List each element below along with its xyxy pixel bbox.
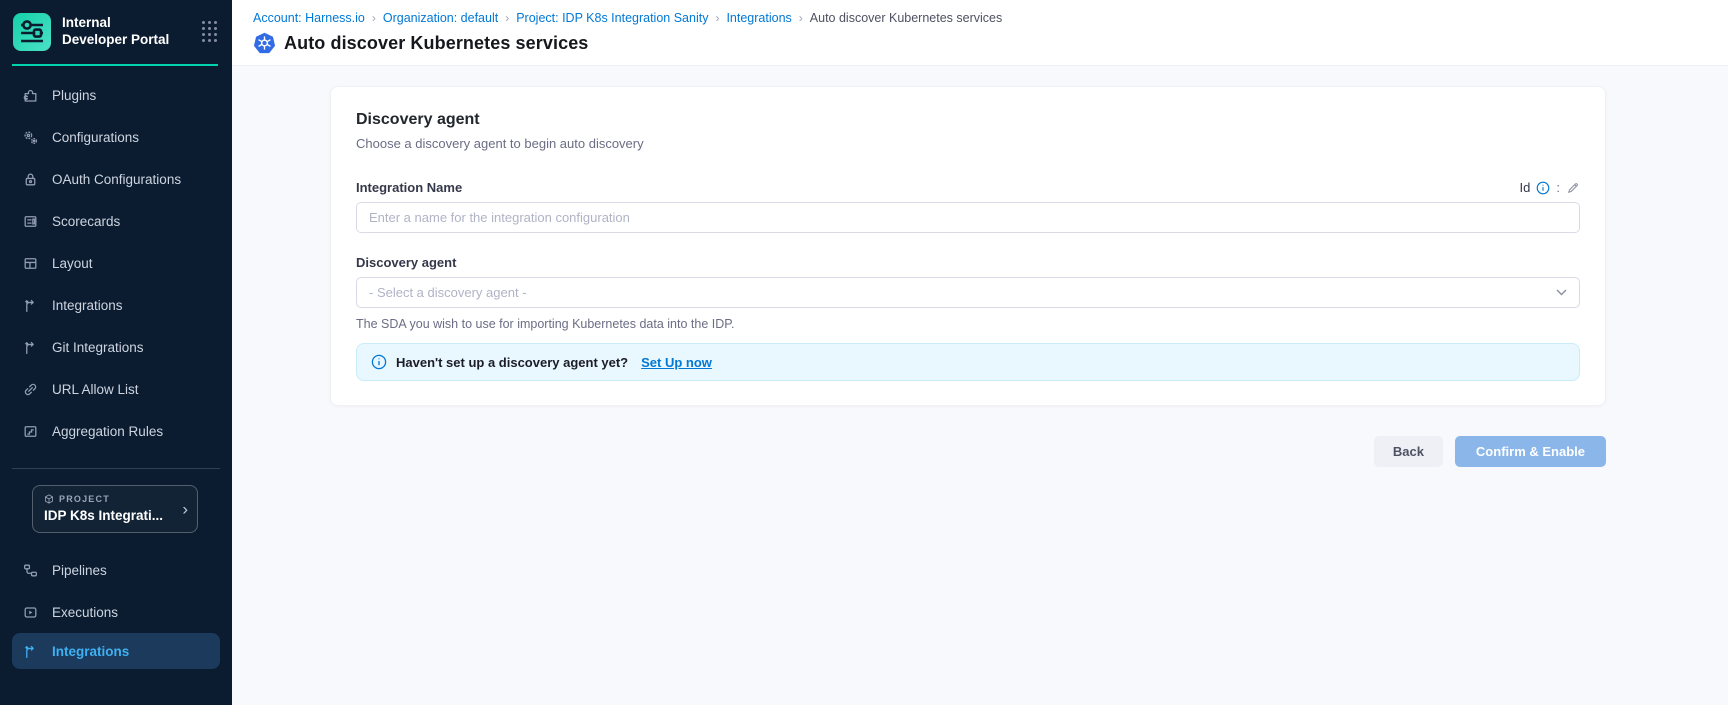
content-area: Discovery agent Choose a discovery agent… [232, 66, 1728, 705]
integration-name-label-row: Integration Name Id : [356, 180, 1580, 195]
discovery-agent-info-banner: Haven't set up a discovery agent yet? Se… [356, 343, 1580, 381]
branch-arrows-icon [22, 643, 39, 660]
sidebar-item-label: Layout [52, 256, 93, 271]
sidebar-header: Internal Developer Portal [0, 0, 232, 62]
breadcrumb-separator: › [505, 11, 509, 25]
info-icon [371, 354, 387, 370]
project-name: IDP K8s Integrati... [44, 508, 171, 523]
discovery-agent-card: Discovery agent Choose a discovery agent… [330, 86, 1606, 406]
sidebar-item-pipelines[interactable]: Pipelines [0, 549, 232, 591]
app-title: Internal Developer Portal [62, 15, 172, 49]
discovery-agent-helper: The SDA you wish to use for importing Ku… [356, 317, 1580, 331]
branch-arrows-icon [22, 297, 39, 314]
sidebar-item-label: Executions [52, 605, 118, 620]
breadcrumb-organization-link[interactable]: Organization: default [383, 11, 498, 25]
section-subtitle: Choose a discovery agent to begin auto d… [356, 136, 1580, 151]
sidebar-item-label: OAuth Configurations [52, 172, 181, 187]
id-meta: Id : [1520, 180, 1580, 195]
sidebar-item-aggregation-rules[interactable]: Aggregation Rules [0, 410, 232, 452]
steps-chart-icon [22, 423, 39, 440]
kubernetes-icon [253, 32, 276, 55]
id-label: Id [1520, 180, 1531, 195]
sidebar-item-executions[interactable]: Executions [0, 591, 232, 633]
page-title-row: Auto discover Kubernetes services [253, 32, 1708, 55]
integration-name-input[interactable] [356, 202, 1580, 233]
main-area: Account: Harness.io › Organization: defa… [232, 0, 1728, 705]
sidebar-item-integrations[interactable]: Integrations [0, 284, 232, 326]
gears-icon [22, 129, 39, 146]
confirm-enable-button[interactable]: Confirm & Enable [1455, 436, 1606, 467]
cube-icon [44, 494, 54, 504]
setup-now-link[interactable]: Set Up now [641, 355, 712, 370]
sidebar-item-label: Integrations [52, 298, 123, 313]
breadcrumb-integrations-link[interactable]: Integrations [726, 11, 791, 25]
sidebar-item-label: Git Integrations [52, 340, 144, 355]
sidebar-item-label: Configurations [52, 130, 139, 145]
sidebar-item-integrations-active[interactable]: Integrations [12, 633, 220, 669]
play-icon [22, 604, 39, 621]
pipelines-icon [22, 562, 39, 579]
scorecard-icon [22, 213, 39, 230]
project-selector-card[interactable]: PROJECT IDP K8s Integrati... › [32, 485, 198, 533]
sidebar-divider [12, 468, 220, 469]
chevron-right-icon: › [182, 501, 188, 518]
sidebar-item-label: Integrations [52, 644, 129, 659]
sidebar-item-label: Plugins [52, 88, 96, 103]
info-icon[interactable] [1536, 181, 1550, 195]
layout-icon [22, 255, 39, 272]
sidebar-item-scorecards[interactable]: Scorecards [0, 200, 232, 242]
sidebar-item-configurations[interactable]: Configurations [0, 116, 232, 158]
discovery-agent-select-value: - Select a discovery agent - [369, 285, 527, 300]
sidebar-item-url-allow-list[interactable]: URL Allow List [0, 368, 232, 410]
breadcrumb-current: Auto discover Kubernetes services [810, 11, 1002, 25]
sidebar-item-label: Aggregation Rules [52, 424, 163, 439]
lock-icon [22, 171, 39, 188]
sidebar-item-plugins[interactable]: Plugins [0, 74, 232, 116]
sidebar-item-git-integrations[interactable]: Git Integrations [0, 326, 232, 368]
discovery-agent-label: Discovery agent [356, 255, 1580, 270]
breadcrumb: Account: Harness.io › Organization: defa… [253, 11, 1708, 25]
breadcrumb-separator: › [799, 11, 803, 25]
module-switcher-grid-icon[interactable] [202, 21, 218, 43]
sidebar-bottom-nav: Pipelines Executions Integrations [0, 549, 232, 669]
link-icon [22, 381, 39, 398]
sidebar-item-label: Pipelines [52, 563, 107, 578]
breadcrumb-separator: › [372, 11, 376, 25]
integration-name-label: Integration Name [356, 180, 462, 195]
sidebar-item-oauth-configurations[interactable]: OAuth Configurations [0, 158, 232, 200]
breadcrumb-separator: › [715, 11, 719, 25]
sidebar-item-layout[interactable]: Layout [0, 242, 232, 284]
branch-arrows-icon [22, 339, 39, 356]
section-title: Discovery agent [356, 111, 1580, 129]
page-header: Account: Harness.io › Organization: defa… [232, 0, 1728, 66]
chevron-down-icon [1556, 289, 1567, 296]
sidebar-nav: Plugins Configurations OAuth Configurati… [0, 74, 232, 452]
discovery-agent-select[interactable]: - Select a discovery agent - [356, 277, 1580, 308]
back-button[interactable]: Back [1374, 436, 1443, 467]
breadcrumb-project-link[interactable]: Project: IDP K8s Integration Sanity [516, 11, 708, 25]
sidebar: Internal Developer Portal Plugins Config… [0, 0, 232, 705]
page-title: Auto discover Kubernetes services [284, 33, 588, 54]
id-colon: : [1556, 180, 1560, 195]
edit-pencil-icon[interactable] [1566, 181, 1580, 195]
sidebar-item-label: Scorecards [52, 214, 120, 229]
project-label: PROJECT [44, 494, 171, 504]
puzzle-icon [22, 87, 39, 104]
breadcrumb-account-link[interactable]: Account: Harness.io [253, 11, 365, 25]
sidebar-accent-divider [12, 64, 218, 66]
sidebar-item-label: URL Allow List [52, 382, 139, 397]
banner-text: Haven't set up a discovery agent yet? [396, 355, 628, 370]
form-actions: Back Confirm & Enable [330, 436, 1606, 467]
harness-idp-logo-icon [12, 12, 52, 52]
